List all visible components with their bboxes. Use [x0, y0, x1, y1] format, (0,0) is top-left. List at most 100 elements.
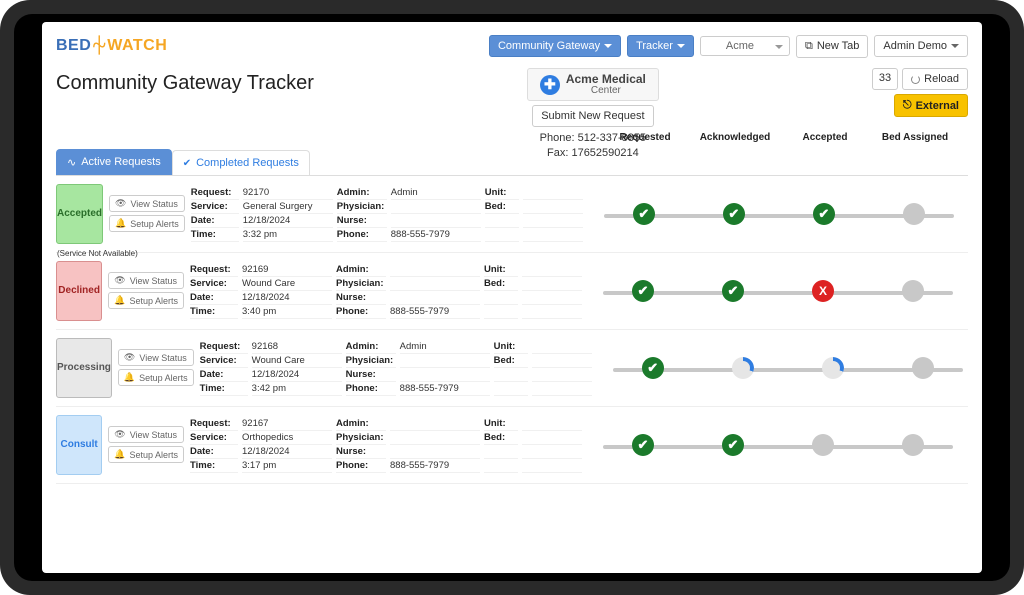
topbar: BED ⏆ WATCH Community Gateway Tracker Ac…	[56, 30, 968, 62]
view-status-label: View Status	[130, 430, 177, 440]
date-value: 12/18/2024	[242, 445, 332, 459]
setup-alerts-button[interactable]: Setup Alerts	[118, 369, 194, 386]
view-status-button[interactable]: View Status	[118, 349, 194, 366]
eye-icon	[114, 429, 125, 440]
stage-node-acknowledged	[722, 280, 744, 302]
stage-node-bed-assigned	[902, 434, 924, 456]
admin-value	[390, 417, 480, 431]
request-value: 92168	[252, 340, 342, 354]
phone-label: Phone:	[336, 459, 386, 473]
setup-alerts-button[interactable]: Setup Alerts	[108, 446, 184, 463]
view-status-button[interactable]: View Status	[108, 426, 184, 443]
bed-label: Bed:	[485, 200, 519, 214]
stage-node-acknowledged	[723, 203, 745, 225]
phone-label: Phone:	[540, 132, 575, 144]
admin-value: Admin	[400, 340, 490, 354]
stage-node-bed-assigned	[903, 203, 925, 225]
status-note: (Service Not Available)	[57, 249, 138, 258]
setup-alerts-label: Setup Alerts	[130, 219, 179, 229]
view-status-label: View Status	[130, 199, 177, 209]
reload-icon	[911, 75, 920, 84]
stage-col-bed-assigned: Bed Assigned	[870, 132, 960, 143]
caret-down-icon	[677, 44, 685, 52]
setup-alerts-button[interactable]: Setup Alerts	[109, 215, 185, 232]
new-tab-icon: ⧉	[805, 40, 813, 53]
nurse-label: Nurse:	[336, 291, 386, 305]
request-row: (Service Not Available) Declined View St…	[56, 253, 968, 330]
progress-timeline	[588, 434, 968, 456]
admin-value	[390, 263, 480, 277]
stage-col-accepted: Accepted	[780, 132, 870, 143]
reload-button[interactable]: Reload	[902, 68, 968, 90]
caret-down-icon	[951, 44, 959, 52]
hospital-sub: Center	[566, 86, 646, 96]
progress-timeline	[589, 203, 968, 225]
request-count: 33	[872, 68, 898, 90]
tab-completed-requests[interactable]: Completed Requests	[172, 150, 310, 175]
admin-label: Admin:	[337, 186, 387, 200]
service-label: Service:	[200, 354, 248, 368]
request-details: Request:92167 Admin: Unit: Service:Ortho…	[190, 417, 582, 473]
request-details: Request:92168 Admin:Admin Unit: Service:…	[200, 340, 592, 396]
bed-label: Bed:	[494, 354, 528, 368]
unit-label: Unit:	[484, 263, 518, 277]
bell-icon	[115, 218, 126, 229]
user-menu[interactable]: Admin Demo	[874, 35, 968, 57]
service-value: Wound Care	[252, 354, 342, 368]
service-label: Service:	[191, 200, 239, 214]
date-value: 12/18/2024	[252, 368, 342, 382]
nurse-label: Nurse:	[336, 445, 386, 459]
status-badge: (Service Not Available) Declined	[56, 261, 102, 321]
request-row: Consult View Status Setup Alerts Request…	[56, 407, 968, 484]
eye-icon	[124, 352, 135, 363]
admin-label: Admin:	[336, 263, 386, 277]
bed-label: Bed:	[484, 431, 518, 445]
nurse-label: Nurse:	[346, 368, 396, 382]
physician-value	[390, 431, 480, 445]
user-label: Admin Demo	[883, 40, 947, 52]
view-status-button[interactable]: View Status	[108, 272, 184, 289]
request-row: Processing View Status Setup Alerts Requ…	[56, 330, 968, 407]
submit-new-request-button[interactable]: Submit New Request	[532, 105, 653, 127]
setup-alerts-label: Setup Alerts	[129, 450, 178, 460]
admin-label: Admin:	[346, 340, 396, 354]
stage-col-requested: Requested	[600, 132, 690, 143]
caret-down-icon	[604, 44, 612, 52]
org-select[interactable]: Acme	[700, 36, 790, 56]
status-badge: Consult	[56, 415, 102, 475]
stage-node-accepted	[812, 280, 834, 302]
nurse-value	[390, 445, 480, 459]
physician-value	[390, 277, 480, 291]
service-label: Service:	[190, 277, 238, 291]
community-gateway-dropdown[interactable]: Community Gateway	[489, 35, 621, 57]
physician-label: Physician:	[336, 431, 386, 445]
stage-node-accepted	[813, 203, 835, 225]
bell-icon	[114, 295, 125, 306]
time-label: Time:	[191, 228, 239, 242]
new-tab-button[interactable]: ⧉ New Tab	[796, 35, 868, 58]
nurse-label: Nurse:	[337, 214, 387, 228]
page-title: Community Gateway Tracker	[56, 68, 314, 95]
stage-node-requested	[632, 280, 654, 302]
setup-alerts-button[interactable]: Setup Alerts	[108, 292, 184, 309]
physician-label: Physician:	[337, 200, 387, 214]
view-status-button[interactable]: View Status	[109, 195, 185, 212]
admin-label: Admin:	[336, 417, 386, 431]
service-label: Service:	[190, 431, 238, 445]
tab-active-requests[interactable]: Active Requests	[56, 149, 172, 175]
physician-label: Physician:	[336, 277, 386, 291]
physician-value	[400, 354, 490, 368]
stage-node-accepted	[812, 434, 834, 456]
nurse-value	[400, 368, 490, 382]
request-value: 92167	[242, 417, 332, 431]
progress-timeline	[598, 357, 968, 379]
tracker-dropdown[interactable]: Tracker	[627, 35, 694, 57]
unit-value	[522, 417, 582, 431]
reload-label: Reload	[924, 73, 959, 85]
external-button[interactable]: ⎋ External	[894, 94, 968, 117]
phone-value: 888-555-7979	[390, 459, 480, 473]
bell-icon	[114, 449, 125, 460]
date-label: Date:	[200, 368, 248, 382]
fax-value: 17652590214	[571, 147, 638, 159]
nurse-value	[391, 214, 481, 228]
